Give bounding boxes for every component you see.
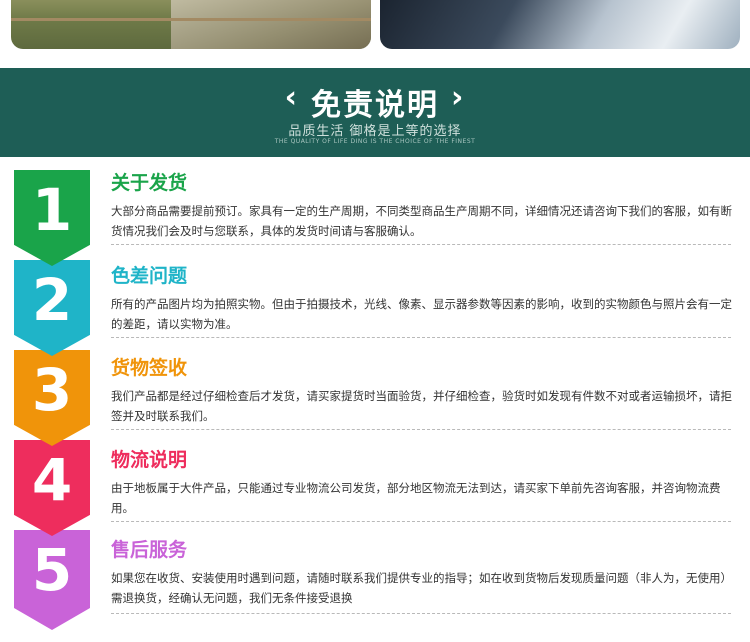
section-body: 我们产品都是经过仔细检查后才发货，请买家提货时当面验货，并仔细检查，验货时如发现… [111,389,732,423]
section-title: 售后服务 [111,539,188,561]
banner-title-row: ‹ 免责说明 › [0,80,750,124]
number-badge-3: 3 [14,350,90,446]
section-shipping: 关于发货 大部分商品需要提前预订。家具有一定的生产周期，不同类型商品生产周期不同… [111,168,736,241]
section-divider [111,613,731,614]
page-title: 免责说明 [311,88,439,123]
section-logistics: 物流说明 由于地板属于大件产品，只能通过专业物流公司发货，部分地区物流无法到达，… [111,445,736,518]
section-receipt: 货物签收 我们产品都是经过仔细检查后才发货，请买家提货时当面验货，并仔细检查，验… [111,353,736,426]
section-divider [111,244,731,245]
chevron-right-icon: › [451,80,466,115]
section-body: 由于地板属于大件产品，只能通过专业物流公司发货，部分地区物流无法到达，请买家下单… [111,481,721,515]
section-divider [111,429,731,430]
number-badge-stack: 1 2 3 4 5 [14,170,90,630]
section-divider [111,521,731,522]
section-body: 如果您在收货、安装使用时遇到问题，请随时联系我们提供专业的指导；如在收到货物后发… [111,571,732,605]
number-badge-4: 4 [14,440,90,536]
product-photo-right [380,0,740,49]
section-title: 色差问题 [111,265,188,287]
number-badge-2: 2 [14,260,90,356]
number-badge-1: 1 [14,170,90,266]
section-body: 大部分商品需要提前预订。家具有一定的生产周期，不同类型商品生产周期不同，详细情况… [111,204,732,238]
disclaimer-banner: ‹ 免责说明 › 品质生活 御格是上等的选择 THE QUALITY OF LIFE… [0,68,750,157]
section-body: 所有的产品图片均为拍照实物。但由于拍摄技术，光线、像素、显示器参数等因素的影响，… [111,297,732,331]
chevron-left-icon: ‹ [284,80,299,115]
section-title: 货物签收 [111,357,188,379]
section-title: 物流说明 [111,449,188,471]
number-badge-5: 5 [14,530,90,630]
product-photo-left [11,0,371,49]
section-title: 关于发货 [111,172,188,194]
product-photos [0,0,750,60]
section-divider [111,337,731,338]
banner-subtitle: 品质生活 御格是上等的选择 [288,124,462,139]
banner-subtitle-en: THE QUALITY OF LIFE DING IS THE CHOICE O… [274,138,476,145]
section-after-sales: 售后服务 如果您在收货、安装使用时遇到问题，请随时联系我们提供专业的指导；如在收… [111,535,736,608]
section-color-difference: 色差问题 所有的产品图片均为拍照实物。但由于拍摄技术，光线、像素、显示器参数等因… [111,261,736,334]
